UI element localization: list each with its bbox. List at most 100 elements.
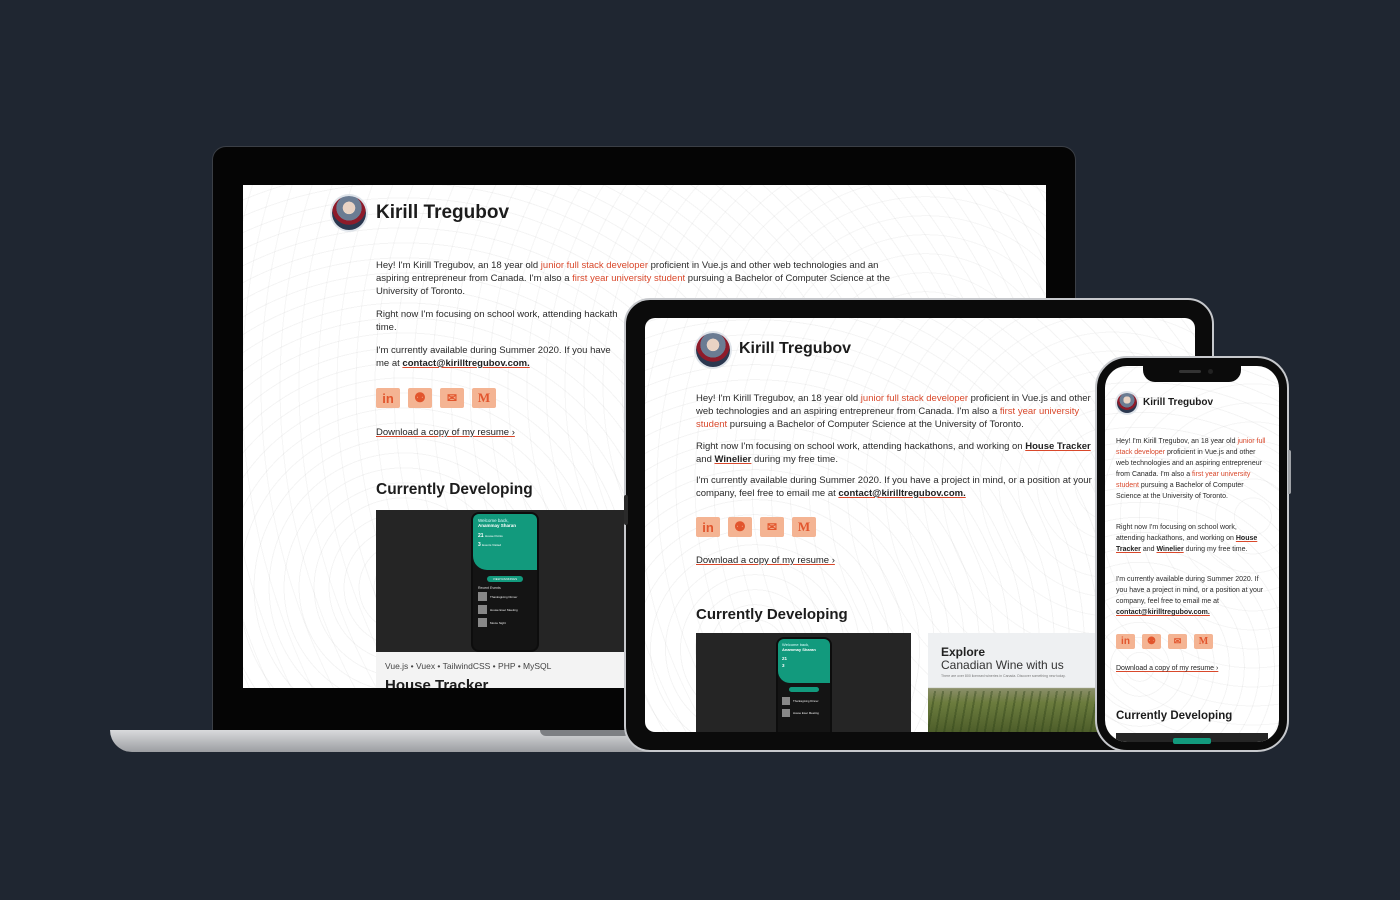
medium-icon[interactable]: M xyxy=(472,388,496,408)
twitter-icon[interactable]: ✉ xyxy=(440,388,464,408)
intro-text: aspiring entrepreneur from Canada. I'm a… xyxy=(376,273,573,284)
twitter-icon[interactable]: ✉ xyxy=(760,517,784,537)
event-title: House Exec Meeting xyxy=(490,607,518,612)
stat-points: 21 House Points xyxy=(478,533,532,539)
stat-label: Events Visited xyxy=(482,543,502,547)
event-title: Thanksgiving Dinner xyxy=(490,594,518,599)
university-link[interactable]: first year university student xyxy=(572,273,685,284)
event-thumb xyxy=(478,592,487,601)
stat-points: 21 xyxy=(782,656,826,661)
user-name: Anammay Sharan xyxy=(782,647,816,652)
email-link[interactable]: contact@kirilltregubov.com. xyxy=(402,358,529,369)
focus-text: during my free time. xyxy=(751,454,838,465)
section-title: Currently Developing xyxy=(376,481,533,498)
intro-text: pursuing a Bachelor of Computer Science … xyxy=(727,419,1024,430)
email-link[interactable]: contact@kirilltregubov.com. xyxy=(838,488,965,499)
medium-icon[interactable]: M xyxy=(792,517,816,537)
intro-paragraph: Hey! I'm Kirill Tregubov, an 18 year old… xyxy=(376,259,936,298)
github-icon[interactable]: ⚉ xyxy=(1142,634,1161,649)
intro-text: pursuing a Bachelor of Computer Science … xyxy=(685,273,891,284)
focus-paragraph: Right now I'm focusing on school work, a… xyxy=(376,308,618,334)
app-header: Welcome back, Anammay Sharan 21 House Po… xyxy=(473,514,537,570)
event-row: Thanksgiving Dinner xyxy=(778,695,830,707)
winelier-link[interactable]: Winelier xyxy=(715,454,752,465)
focus-paragraph: Right now I'm focusing on school work, a… xyxy=(696,440,1096,466)
event-thumb xyxy=(478,605,487,614)
stat-number: 21 xyxy=(782,656,788,661)
availability-paragraph: I'm currently available during Summer 20… xyxy=(696,474,1096,500)
page-title: Kirill Tregubov xyxy=(376,202,510,223)
winelier-title: Explore xyxy=(941,645,986,659)
focus-text: and xyxy=(1140,546,1157,553)
resume-link[interactable]: Download a copy of my resume › xyxy=(696,555,835,566)
rankings-button[interactable]: VIEW RANKINGS xyxy=(487,576,523,582)
event-thumb xyxy=(782,697,790,705)
availability-text: I'm currently available during Summer 20… xyxy=(1116,576,1264,605)
app-header: Welcome back, Anammay Sharan 21 3 xyxy=(778,639,830,683)
focus-text: Right now I'm focusing on school work, a… xyxy=(376,309,618,320)
intro-text: University of Toronto. xyxy=(376,286,466,297)
intro-paragraph: Hey! I'm Kirill Tregubov, an 18 year old… xyxy=(696,392,1096,431)
app-preview-phone: Welcome back, Anammay Sharan 21 3 Thanks… xyxy=(776,637,832,732)
event-title: House Exec Meeting xyxy=(793,711,819,715)
event-row: Thanksgiving Dinner xyxy=(473,590,537,603)
phone-teal-clip xyxy=(1173,738,1211,744)
page-title: Kirill Tregubov xyxy=(739,340,852,357)
event-row: House Exec Meeting xyxy=(473,603,537,616)
github-icon[interactable]: ⚉ xyxy=(408,388,432,408)
avatar xyxy=(332,196,366,230)
developer-link[interactable]: junior full stack developer xyxy=(541,260,648,271)
focus-text: time. xyxy=(376,322,397,333)
twitter-icon[interactable]: ✉ xyxy=(1168,634,1187,649)
social-links: in ⚉ ✉ M xyxy=(376,388,496,408)
winelier-subtitle: Canadian Wine with us xyxy=(941,658,1064,672)
availability-text: I'm currently available during Summer 20… xyxy=(376,345,611,356)
linkedin-icon[interactable]: in xyxy=(696,517,720,537)
availability-paragraph: I'm currently available during Summer 20… xyxy=(1116,574,1266,618)
availability-text: me at xyxy=(376,358,403,369)
github-icon[interactable]: ⚉ xyxy=(728,517,752,537)
stat-number: 3 xyxy=(782,663,785,668)
project-card[interactable]: Welcome back, Anammay Sharan 21 House Po… xyxy=(376,510,636,652)
intro-text: Hey! I'm Kirill Tregubov, an 18 year old xyxy=(1116,438,1238,445)
social-links: in ⚉ ✉ M xyxy=(1116,634,1213,649)
winelier-caption: There are over 800 licensed wineries in … xyxy=(941,674,1066,678)
stat-number: 3 xyxy=(478,542,481,548)
house-tracker-link[interactable]: House Tracker xyxy=(1025,441,1090,452)
developer-link[interactable]: junior full stack developer xyxy=(861,393,968,404)
winelier-link[interactable]: Winelier xyxy=(1157,546,1184,553)
intro-paragraph: Hey! I'm Kirill Tregubov, an 18 year old… xyxy=(1116,436,1266,502)
phone-side-button xyxy=(1288,450,1291,494)
linkedin-icon[interactable]: in xyxy=(1116,634,1135,649)
project-card-house-tracker[interactable]: Welcome back, Anammay Sharan 21 3 Thanks… xyxy=(696,633,911,732)
laptop-hinge-notch xyxy=(540,730,630,736)
resume-link[interactable]: Download a copy of my resume › xyxy=(376,427,515,438)
stat-number: 21 xyxy=(478,533,484,539)
event-title: Movie Night xyxy=(490,620,506,625)
event-thumb xyxy=(782,709,790,717)
linkedin-icon[interactable]: in xyxy=(376,388,400,408)
focus-text: and xyxy=(696,454,715,465)
intro-text: Hey! I'm Kirill Tregubov, an 18 year old xyxy=(696,393,861,404)
stat-events: 3 Events Visited xyxy=(478,542,532,548)
section-title: Currently Developing xyxy=(696,606,848,623)
social-links: in ⚉ ✉ M xyxy=(696,517,816,537)
page-title: Kirill Tregubov xyxy=(1143,397,1214,408)
tablet-camera xyxy=(624,495,628,525)
stat-label: House Points xyxy=(484,534,503,538)
phone-notch xyxy=(1143,366,1241,382)
app-preview-phone: Welcome back, Anammay Sharan 21 House Po… xyxy=(471,512,539,652)
email-link[interactable]: contact@kirilltregubov.com. xyxy=(1116,609,1210,616)
focus-text: during my free time. xyxy=(1183,546,1248,553)
medium-icon[interactable]: M xyxy=(1194,634,1213,649)
avatar xyxy=(1117,393,1137,413)
focus-text: Right now I'm focusing on school work, a… xyxy=(696,441,1026,452)
section-title: Currently Developing xyxy=(1116,710,1233,722)
focus-text: Right now I'm focusing on school work, a… xyxy=(1116,524,1237,542)
event-thumb xyxy=(478,618,487,627)
resume-link[interactable]: Download a copy of my resume › xyxy=(1116,665,1218,672)
rankings-button[interactable] xyxy=(789,687,819,692)
intro-text: proficient in Vue.js and other web techn… xyxy=(648,260,879,271)
project-title: House Tracker xyxy=(385,677,489,688)
focus-paragraph: Right now I'm focusing on school work, a… xyxy=(1116,522,1266,555)
